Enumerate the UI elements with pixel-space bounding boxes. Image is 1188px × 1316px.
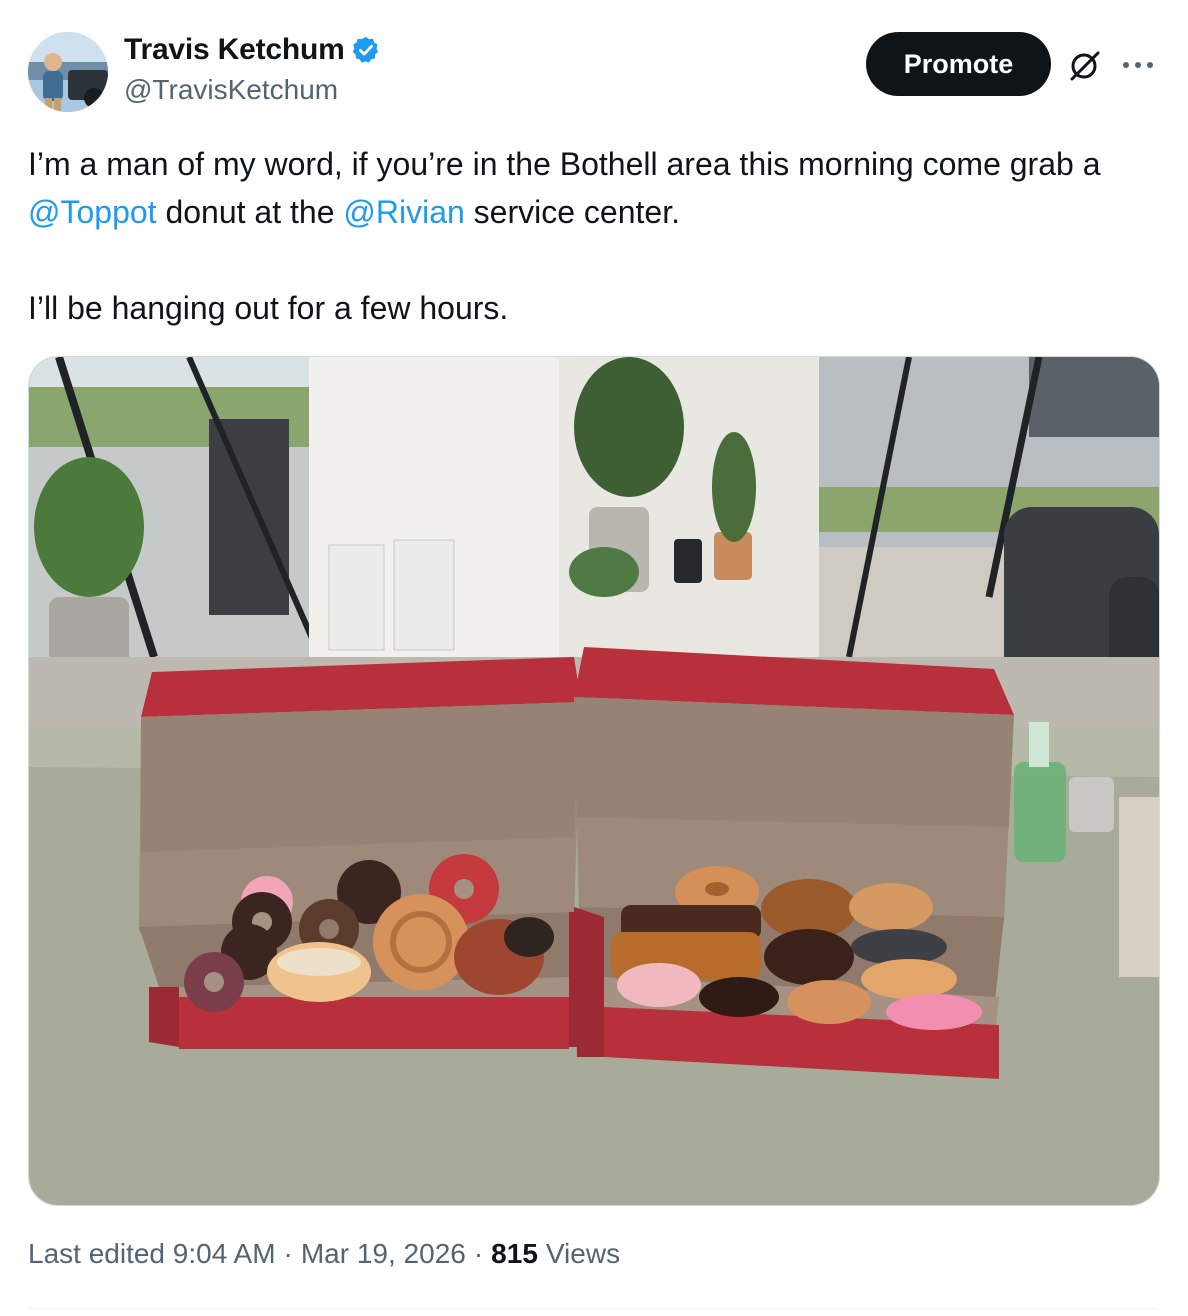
text-segment: donut at the [156,194,344,230]
text-segment: I’m a man of my word, if you’re in the B… [28,146,1101,182]
tweet-paragraph-1: I’m a man of my word, if you’re in the B… [28,140,1138,236]
views-count[interactable]: 815 [491,1238,538,1270]
avatar[interactable] [28,32,108,112]
handle[interactable]: @TravisKetchum [124,74,338,106]
verified-badge-icon[interactable] [351,35,381,65]
tweet-text: I’m a man of my word, if you’re in the B… [28,140,1138,332]
mention-rivian-link[interactable]: @Rivian [343,194,464,230]
divider [28,1308,1158,1309]
separator: · [473,1238,484,1269]
display-name[interactable]: Travis Ketchum [124,33,345,67]
promote-button[interactable]: Promote [866,32,1051,96]
more-icon[interactable] [1118,50,1158,80]
timestamp-time[interactable]: 9:04 AM [173,1238,276,1270]
timestamp-date[interactable]: Mar 19, 2026 [301,1238,466,1270]
tweet-meta: Last edited 9:04 AM · Mar 19, 2026 · 815… [28,1238,620,1270]
separator: · [283,1238,293,1269]
edited-label[interactable]: Last edited [28,1238,165,1270]
views-label[interactable]: Views [546,1238,620,1270]
grok-icon[interactable] [1066,48,1102,84]
tweet-card: Travis Ketchum @TravisKetchum Promote I’… [0,0,1188,1316]
author-name-row[interactable]: Travis Ketchum [124,30,381,70]
mention-toppot-link[interactable]: @Toppot [28,194,157,230]
tweet-paragraph-2: I’ll be hanging out for a few hours. [28,290,509,326]
tweet-photo[interactable] [28,356,1160,1206]
text-segment: service center. [464,194,680,230]
